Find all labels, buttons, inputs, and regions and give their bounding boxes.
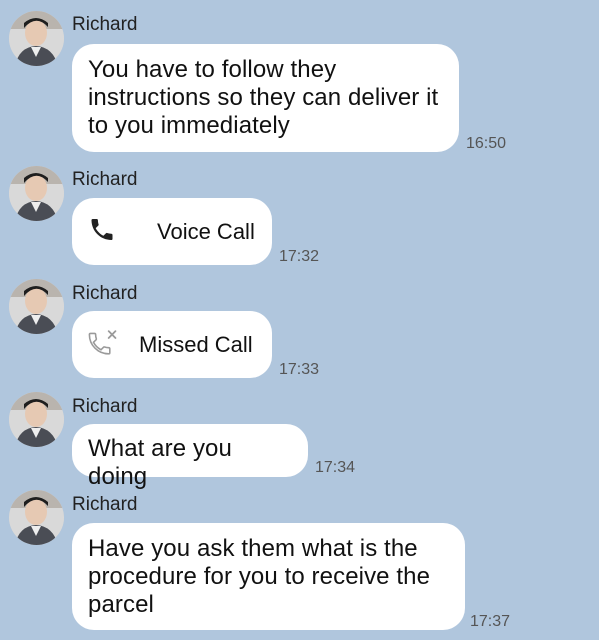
- message-text: Have you ask them what is the procedure …: [88, 535, 431, 618]
- timestamp: 17:37: [470, 613, 511, 630]
- avatar[interactable]: [9, 166, 64, 221]
- sender-name: Richard: [72, 494, 138, 515]
- timestamp: 16:50: [466, 135, 507, 152]
- sender-name: Richard: [72, 283, 138, 304]
- sender-name: Richard: [72, 14, 138, 35]
- avatar[interactable]: [9, 279, 64, 334]
- timestamp: 17:32: [279, 248, 320, 265]
- call-label: Voice Call: [157, 218, 255, 244]
- voice-call-bubble[interactable]: Voice Call: [72, 198, 272, 265]
- message-bubble[interactable]: You have to follow they instructions so …: [72, 44, 459, 152]
- phone-icon: [88, 215, 116, 248]
- missed-call-bubble[interactable]: Missed Call: [72, 311, 272, 378]
- avatar[interactable]: [9, 490, 64, 545]
- timestamp: 17:33: [279, 361, 320, 378]
- message-bubble[interactable]: What are you doing: [72, 424, 308, 490]
- sender-name: Richard: [72, 169, 138, 190]
- call-label: Missed Call: [139, 331, 253, 357]
- avatar[interactable]: [9, 11, 64, 66]
- message-text: What are you doing: [88, 435, 232, 490]
- sender-name: Richard: [72, 396, 138, 417]
- timestamp: 17:34: [315, 459, 356, 476]
- message-bubble[interactable]: Have you ask them what is the procedure …: [72, 523, 465, 630]
- missed-call-icon: [86, 327, 120, 362]
- avatar[interactable]: [9, 392, 64, 447]
- message-text: You have to follow they instructions so …: [88, 56, 439, 139]
